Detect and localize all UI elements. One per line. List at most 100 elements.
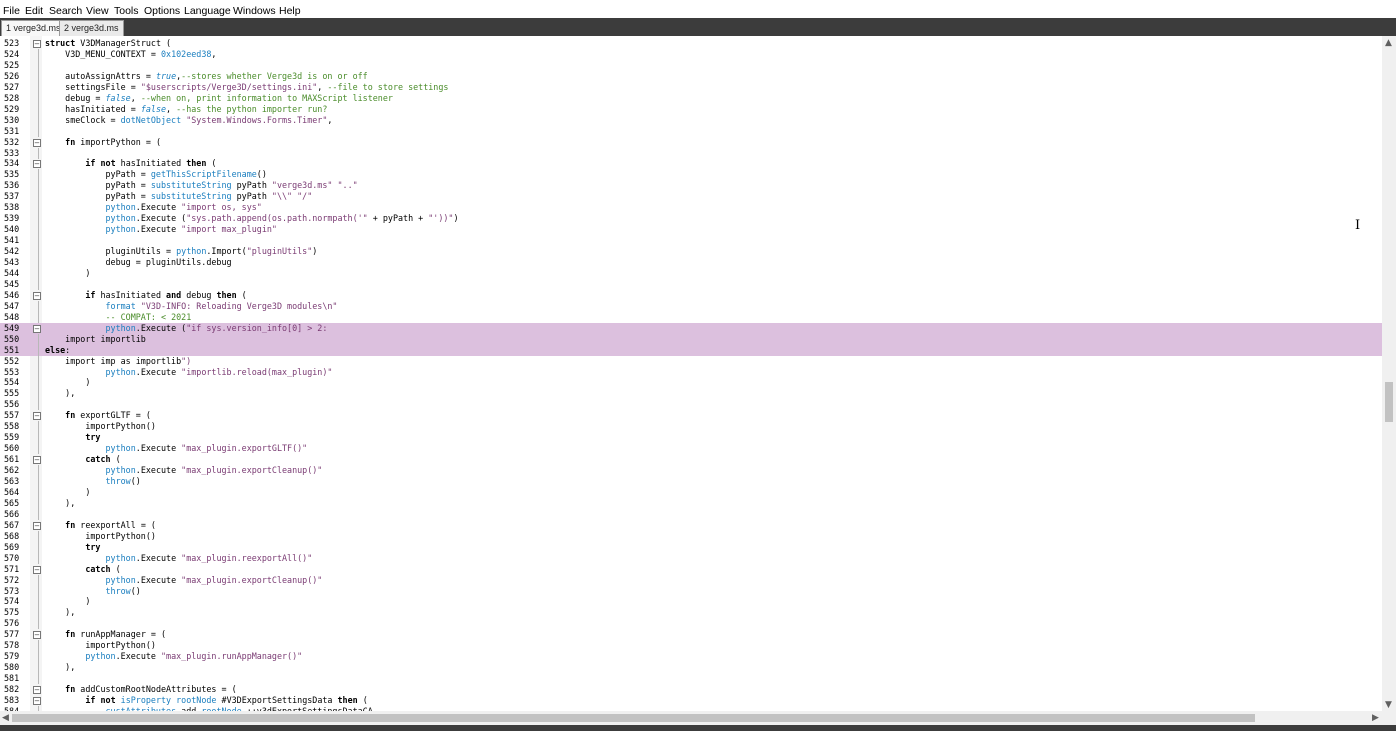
scroll-right-arrow-icon[interactable]: ▶ (1372, 713, 1379, 723)
line-number: 545 (4, 278, 20, 289)
fold-guide-line (38, 180, 39, 192)
code-line[interactable]: 553 python.Execute "importlib.reload(max… (0, 366, 1382, 378)
code-line[interactable]: 569 try (0, 541, 1382, 553)
code-line[interactable]: 565 ), (0, 497, 1382, 509)
code-line[interactable]: 560 python.Execute "max_plugin.exportGLT… (0, 443, 1382, 455)
code-line[interactable]: 574 ) (0, 596, 1382, 608)
code-line[interactable]: 567 − fn reexportAll = ( (0, 520, 1382, 531)
line-number: 565 (4, 497, 20, 508)
code-line[interactable]: 576 (0, 618, 1382, 630)
scroll-up-arrow-icon[interactable]: ▲ (1385, 38, 1392, 48)
code-line[interactable]: 579 python.Execute "max_plugin.runAppMan… (0, 651, 1382, 663)
code-line[interactable]: 523 − struct V3DManagerStruct ( (0, 38, 1382, 49)
menu-options[interactable]: Options (144, 5, 180, 17)
code-line[interactable]: 573 throw() (0, 585, 1382, 597)
code-line[interactable]: 577 − fn runAppManager = ( (0, 629, 1382, 640)
code-line[interactable]: 540 python.Execute "import max_plugin" (0, 224, 1382, 236)
code-line[interactable]: 562 python.Execute "max_plugin.exportCle… (0, 465, 1382, 477)
code-line[interactable]: 566 (0, 508, 1382, 520)
fold-minus-icon[interactable]: − (33, 40, 41, 48)
code-line[interactable]: 554 ) (0, 377, 1382, 389)
code-line[interactable]: 529 hasInitiated = false, --has the pyth… (0, 103, 1382, 115)
code-editor[interactable]: 523− struct V3DManagerStruct (524 V3D_MEN… (0, 36, 1382, 711)
code-line[interactable]: 571 − catch ( (0, 564, 1382, 575)
code-line[interactable]: 543 debug = pluginUtils.debug (0, 257, 1382, 268)
code-line[interactable]: 578 importPython() (0, 640, 1382, 652)
fold-minus-icon[interactable]: − (33, 686, 41, 695)
code-line[interactable]: 532 − fn importPython = ( (0, 137, 1382, 148)
code-line[interactable]: 580 ), (0, 662, 1382, 674)
code-line[interactable]: 541 (0, 235, 1382, 247)
menu-language[interactable]: Language (184, 5, 231, 17)
line-number: 555 (4, 388, 20, 399)
code-line[interactable]: 528 debug = false, --when on, print info… (0, 92, 1382, 104)
fold-minus-icon[interactable]: − (33, 521, 41, 530)
fold-minus-icon[interactable]: − (33, 324, 41, 333)
code-line[interactable]: 549 − python.Execute ("if sys.version_inf… (0, 322, 1382, 334)
menu-tools[interactable]: Tools (114, 5, 139, 17)
tab-verge3d-1[interactable]: 1 verge3d.ms (1, 20, 66, 36)
code-line[interactable]: 551 else: (0, 344, 1382, 356)
fold-minus-icon[interactable]: − (33, 291, 41, 300)
code-line[interactable]: 544 ) (0, 267, 1382, 279)
line-number: 559 (4, 432, 20, 443)
menu-view[interactable]: View (86, 5, 109, 17)
fold-minus-icon[interactable]: − (33, 412, 41, 421)
scroll-left-arrow-icon[interactable]: ◀ (2, 713, 9, 723)
fold-guide-line (38, 355, 39, 367)
code-line[interactable]: 558 importPython() (0, 421, 1382, 433)
code-line[interactable]: 524 V3D_MENU_CONTEXT = 0x102eed38, (0, 48, 1382, 60)
code-line[interactable]: 545 (0, 278, 1382, 290)
fold-minus-icon[interactable]: − (33, 456, 41, 465)
vertical-scroll-thumb[interactable] (1385, 382, 1393, 422)
code-line[interactable]: 534 − if not hasInitiated then ( (0, 158, 1382, 169)
fold-minus-icon[interactable]: − (33, 697, 41, 705)
code-line[interactable]: 539 python.Execute ("sys.path.append(os.… (0, 213, 1382, 225)
code-line[interactable]: 530 smeClock = dotNetObject "System.Wind… (0, 114, 1382, 126)
menu-file[interactable]: File (3, 5, 20, 17)
code-line[interactable]: 527 settingsFile = "$userscripts/Verge3D… (0, 81, 1382, 93)
code-line[interactable]: 570 python.Execute "max_plugin.reexportA… (0, 552, 1382, 564)
code-line[interactable]: 526 autoAssignAttrs = true,--stores whet… (0, 70, 1382, 82)
code-line[interactable]: 581 (0, 673, 1382, 685)
fold-minus-icon[interactable]: − (33, 160, 41, 169)
code-line[interactable]: 548 -- COMPAT: < 2021 (0, 311, 1382, 323)
code-line[interactable]: 535 pyPath = getThisScriptFilename() (0, 169, 1382, 181)
menu-windows[interactable]: Windows (233, 5, 276, 17)
code-line[interactable]: 537 pyPath = substituteString pyPath "\\… (0, 191, 1382, 203)
code-line[interactable]: 582 − fn addCustomRootNodeAttributes = ( (0, 684, 1382, 695)
code-line[interactable]: 559 try (0, 432, 1382, 444)
code-line[interactable]: 542 pluginUtils = python.Import("pluginU… (0, 246, 1382, 258)
code-line[interactable]: 538 python.Execute "import os, sys" (0, 202, 1382, 214)
code-line[interactable]: 536 pyPath = substituteString pyPath "ve… (0, 180, 1382, 192)
code-line[interactable]: 563 throw() (0, 476, 1382, 487)
menu-search[interactable]: Search (49, 5, 82, 17)
vertical-scrollbar[interactable] (1382, 36, 1396, 711)
code-text: pyPath = getThisScriptFilename() (45, 169, 267, 180)
code-line[interactable]: 525 (0, 59, 1382, 71)
code-line[interactable]: 568 importPython() (0, 530, 1382, 542)
code-line[interactable]: 550 import importlib (0, 333, 1382, 345)
code-line[interactable]: 575 ), (0, 607, 1382, 619)
code-line[interactable]: 552 import imp as importlib") (0, 355, 1382, 367)
code-line[interactable]: 561 − catch ( (0, 454, 1382, 465)
code-line[interactable]: 533 (0, 147, 1382, 159)
code-line[interactable]: 546 − if hasInitiated and debug then ( (0, 290, 1382, 301)
menu-help[interactable]: Help (279, 5, 301, 17)
fold-minus-icon[interactable]: − (33, 138, 41, 147)
code-line[interactable]: 556 (0, 399, 1382, 411)
fold-minus-icon[interactable]: − (33, 631, 41, 640)
code-line[interactable]: 557 − fn exportGLTF = ( (0, 410, 1382, 421)
tab-verge3d-2[interactable]: 2 verge3d.ms (59, 20, 124, 36)
code-line[interactable]: 531 (0, 125, 1382, 137)
code-line[interactable]: 547 format "V3D-INFO: Reloading Verge3D … (0, 300, 1382, 312)
code-line[interactable]: 555 ), (0, 388, 1382, 400)
scroll-down-arrow-icon[interactable]: ▼ (1385, 700, 1392, 710)
menu-edit[interactable]: Edit (25, 5, 43, 17)
fold-minus-icon[interactable]: − (33, 565, 41, 574)
line-number: 575 (4, 607, 20, 618)
horizontal-scroll-thumb[interactable] (12, 714, 1255, 722)
code-line[interactable]: 572 python.Execute "max_plugin.exportCle… (0, 574, 1382, 586)
code-line[interactable]: 564 ) (0, 486, 1382, 498)
code-line[interactable]: 583 − if not isProperty rootNode #V3DExpo… (0, 695, 1382, 706)
